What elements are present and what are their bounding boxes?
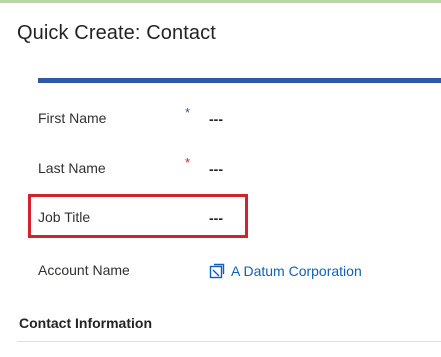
top-accent-bar xyxy=(0,0,441,3)
account-name-link[interactable]: A Datum Corporation xyxy=(209,262,362,280)
field-last-name: Last Name * --- xyxy=(0,155,441,193)
required-marker: * xyxy=(185,155,191,170)
account-name-label: Account Name xyxy=(38,262,130,278)
account-name-value: A Datum Corporation xyxy=(231,263,362,279)
field-first-name: First Name * --- xyxy=(0,105,441,143)
recommended-marker: * xyxy=(185,105,191,120)
section-divider xyxy=(17,341,441,342)
section-title-contact-information: Contact Information xyxy=(19,315,152,331)
last-name-input[interactable]: --- xyxy=(209,160,223,178)
first-name-label: First Name xyxy=(38,110,107,126)
entity-link-icon xyxy=(209,263,225,279)
first-name-input[interactable]: --- xyxy=(209,110,223,128)
last-name-label: Last Name xyxy=(38,160,106,176)
job-title-highlight xyxy=(28,194,248,238)
header-color-bar xyxy=(38,78,441,83)
page-title: Quick Create: Contact xyxy=(17,22,216,44)
